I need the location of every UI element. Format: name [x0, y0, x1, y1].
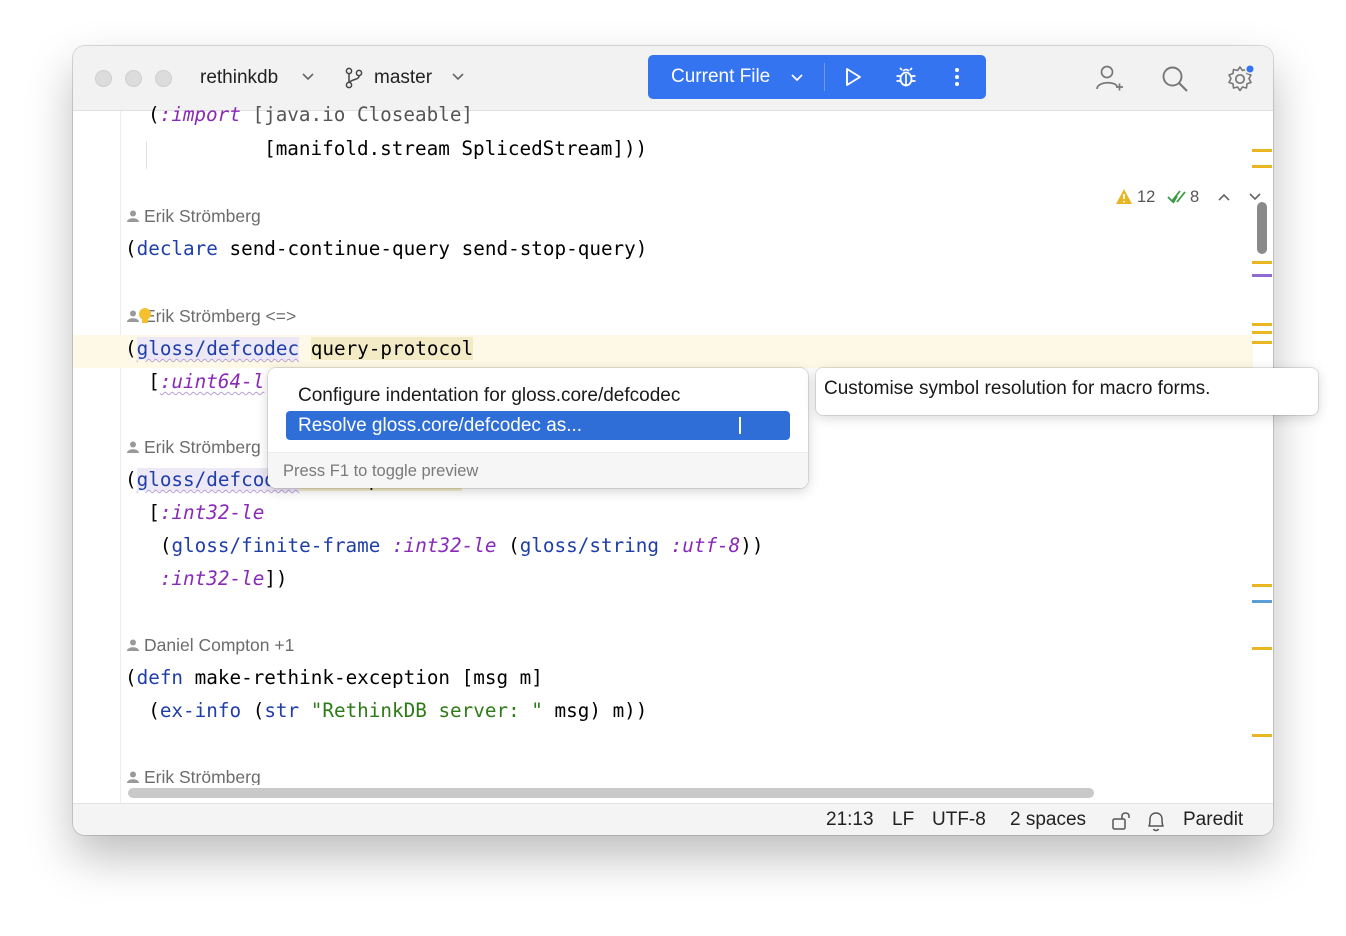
run-configuration-label: Current File — [671, 66, 771, 87]
double-check-icon[interactable] — [1167, 188, 1187, 206]
file-encoding[interactable]: UTF-8 — [932, 809, 986, 831]
caret-position[interactable]: 21:13 — [826, 809, 874, 831]
run-icon[interactable] — [842, 66, 864, 88]
code-line: (defn make-rethink-exception [msg m] — [125, 666, 543, 689]
chevron-down-icon — [302, 73, 314, 81]
indent-guide — [146, 141, 147, 169]
warning-stripe-marker[interactable] — [1252, 261, 1272, 264]
warning-stripe-marker[interactable] — [1252, 165, 1272, 168]
author-annotation[interactable]: Erik Strömberg — [126, 206, 261, 226]
code-line: [:uint64-l — [125, 370, 265, 393]
warning-stripe-marker[interactable] — [1252, 647, 1272, 650]
configure-indentation-action[interactable]: Configure indentation for gloss.core/def… — [298, 385, 680, 407]
author-annotation[interactable]: Daniel Compton +1 — [126, 635, 294, 655]
gutter-divider — [120, 111, 121, 803]
warning-stripe-marker[interactable] — [1252, 341, 1272, 344]
popup-footer: Press F1 to toggle preview — [268, 452, 808, 488]
status-bar: 21:13 LF UTF-8 2 spaces Paredit — [73, 803, 1273, 835]
code-line: (:import [java.io Closeable] — [148, 103, 474, 126]
run-widget-separator — [824, 63, 825, 91]
text-cursor — [739, 417, 741, 434]
code-line: (gloss/finite-frame :int32-le (gloss/str… — [125, 534, 764, 557]
project-name: rethinkdb — [200, 67, 279, 88]
warning-stripe-marker[interactable] — [1252, 149, 1272, 152]
indent-setting[interactable]: 2 spaces — [1010, 809, 1086, 831]
close-window-button[interactable] — [95, 70, 112, 87]
debug-icon[interactable] — [894, 65, 918, 89]
warning-stripe-marker[interactable] — [1252, 331, 1272, 334]
warning-stripe-marker[interactable] — [1252, 734, 1272, 737]
git-branch-icon — [345, 67, 363, 89]
settings-gear-icon[interactable] — [1225, 62, 1257, 94]
horizontal-scrollbar[interactable] — [128, 788, 1094, 798]
info-stripe-marker[interactable] — [1252, 600, 1272, 603]
branch-name: master — [374, 67, 433, 88]
warning-stripe-marker[interactable] — [1252, 323, 1272, 326]
lightbulb-icon[interactable] — [137, 307, 153, 329]
warnings-count[interactable]: 12 — [1137, 187, 1155, 207]
resolve-symbol-action[interactable]: Resolve gloss.core/defcodec as... — [286, 411, 790, 440]
code-line: (gloss/defcodec query-protocol — [125, 337, 474, 360]
popup-hint: Press F1 to toggle preview — [283, 462, 479, 480]
run-widget: Current File — [648, 55, 986, 99]
info-stripe-marker[interactable] — [1252, 274, 1272, 277]
search-icon[interactable] — [1160, 64, 1190, 94]
code-line: (declare send-continue-query send-stop-q… — [125, 237, 648, 260]
author-annotation[interactable]: Erik Strömberg — [126, 767, 261, 785]
unlock-icon[interactable] — [1111, 810, 1133, 832]
intention-actions-popup: Configure indentation for gloss.core/def… — [268, 368, 808, 488]
next-highlight-icon[interactable] — [1248, 192, 1262, 202]
chevron-down-icon — [791, 74, 803, 82]
previous-highlight-icon[interactable] — [1217, 192, 1231, 202]
code-line: [manifold.stream SplicedStream])) — [148, 137, 648, 160]
notifications-bell-icon[interactable] — [1145, 809, 1167, 833]
zoom-window-button[interactable] — [155, 70, 172, 87]
editing-mode[interactable]: Paredit — [1183, 809, 1243, 831]
warning-icon[interactable] — [1115, 188, 1133, 205]
clipped-row: Erik Strömberg — [73, 767, 1253, 785]
warning-stripe-marker[interactable] — [1252, 584, 1272, 587]
vertical-scrollbar[interactable] — [1257, 202, 1267, 254]
minimize-window-button[interactable] — [125, 70, 142, 87]
add-user-icon[interactable] — [1094, 63, 1124, 93]
line-ending[interactable]: LF — [892, 809, 914, 831]
code-line: [:int32-le — [125, 501, 265, 524]
title-bar: rethinkdb master Current File — [73, 46, 1273, 111]
more-actions-icon[interactable] — [953, 66, 961, 88]
code-line: (ex-info (str "RethinkDB server: " msg) … — [125, 699, 648, 722]
tooltip-text: Customise symbol resolution for macro fo… — [824, 378, 1211, 399]
code-line: :int32-le]) — [159, 567, 288, 590]
intention-description-tooltip: Customise symbol resolution for macro fo… — [816, 368, 1318, 415]
ok-count[interactable]: 8 — [1190, 187, 1199, 207]
chevron-down-icon — [452, 73, 464, 81]
author-annotation[interactable]: Erik Strömberg — [126, 437, 261, 457]
resolve-symbol-action-label: Resolve gloss.core/defcodec as... — [298, 415, 583, 436]
